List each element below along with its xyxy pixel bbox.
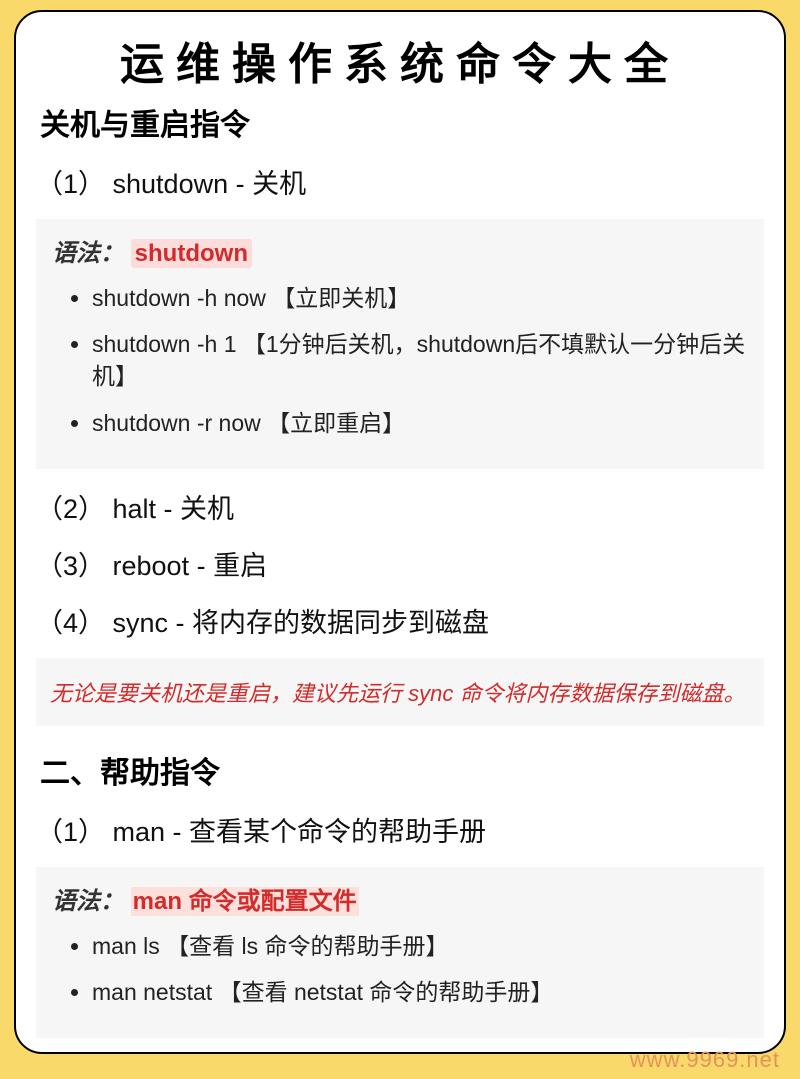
cmd-halt-header: （2） halt - 关机: [36, 487, 764, 526]
shutdown-syntax-row: 语法： shutdown: [52, 233, 748, 268]
list-item: shutdown -r now 【立即重启】: [92, 407, 748, 439]
cmd-reboot-header: （3） reboot - 重启: [36, 544, 764, 583]
syntax-command: man 命令或配置文件: [131, 887, 359, 916]
section2-heading: 二、帮助指令: [40, 748, 764, 792]
page-title: 运维操作系统命令大全: [36, 28, 764, 92]
section1-heading: 关机与重启指令: [40, 100, 764, 144]
man-bullet-list: man ls 【查看 ls 命令的帮助手册】 man netstat 【查看 n…: [52, 930, 748, 1008]
man-syntax-row: 语法： man 命令或配置文件: [52, 881, 748, 916]
list-item: shutdown -h 1 【1分钟后关机，shutdown后不填默认一分钟后关…: [92, 328, 748, 392]
cmd-man-header: （1） man - 查看某个命令的帮助手册: [36, 810, 764, 849]
sync-note-text: 无论是要关机还是重启，建议先运行 sync 命令将内存数据保存到磁盘。: [50, 681, 745, 706]
syntax-label: 语法：: [52, 888, 124, 915]
syntax-command: shutdown: [131, 239, 252, 268]
syntax-label: 语法：: [52, 240, 124, 267]
shutdown-bullet-list: shutdown -h now 【立即关机】 shutdown -h 1 【1分…: [52, 282, 748, 439]
list-item: man ls 【查看 ls 命令的帮助手册】: [92, 930, 748, 962]
sync-note-block: 无论是要关机还是重启，建议先运行 sync 命令将内存数据保存到磁盘。: [36, 658, 764, 726]
shutdown-syntax-block: 语法： shutdown shutdown -h now 【立即关机】 shut…: [36, 219, 764, 469]
watermark-text: www.9969.net: [630, 1047, 780, 1073]
list-item: man netstat 【查看 netstat 命令的帮助手册】: [92, 976, 748, 1008]
cmd-sync-header: （4） sync - 将内存的数据同步到磁盘: [36, 601, 764, 640]
man-syntax-block: 语法： man 命令或配置文件 man ls 【查看 ls 命令的帮助手册】 m…: [36, 867, 764, 1038]
content-card: 运维操作系统命令大全 关机与重启指令 （1） shutdown - 关机 语法：…: [14, 10, 786, 1054]
list-item: shutdown -h now 【立即关机】: [92, 282, 748, 314]
cmd-shutdown-header: （1） shutdown - 关机: [36, 162, 764, 201]
